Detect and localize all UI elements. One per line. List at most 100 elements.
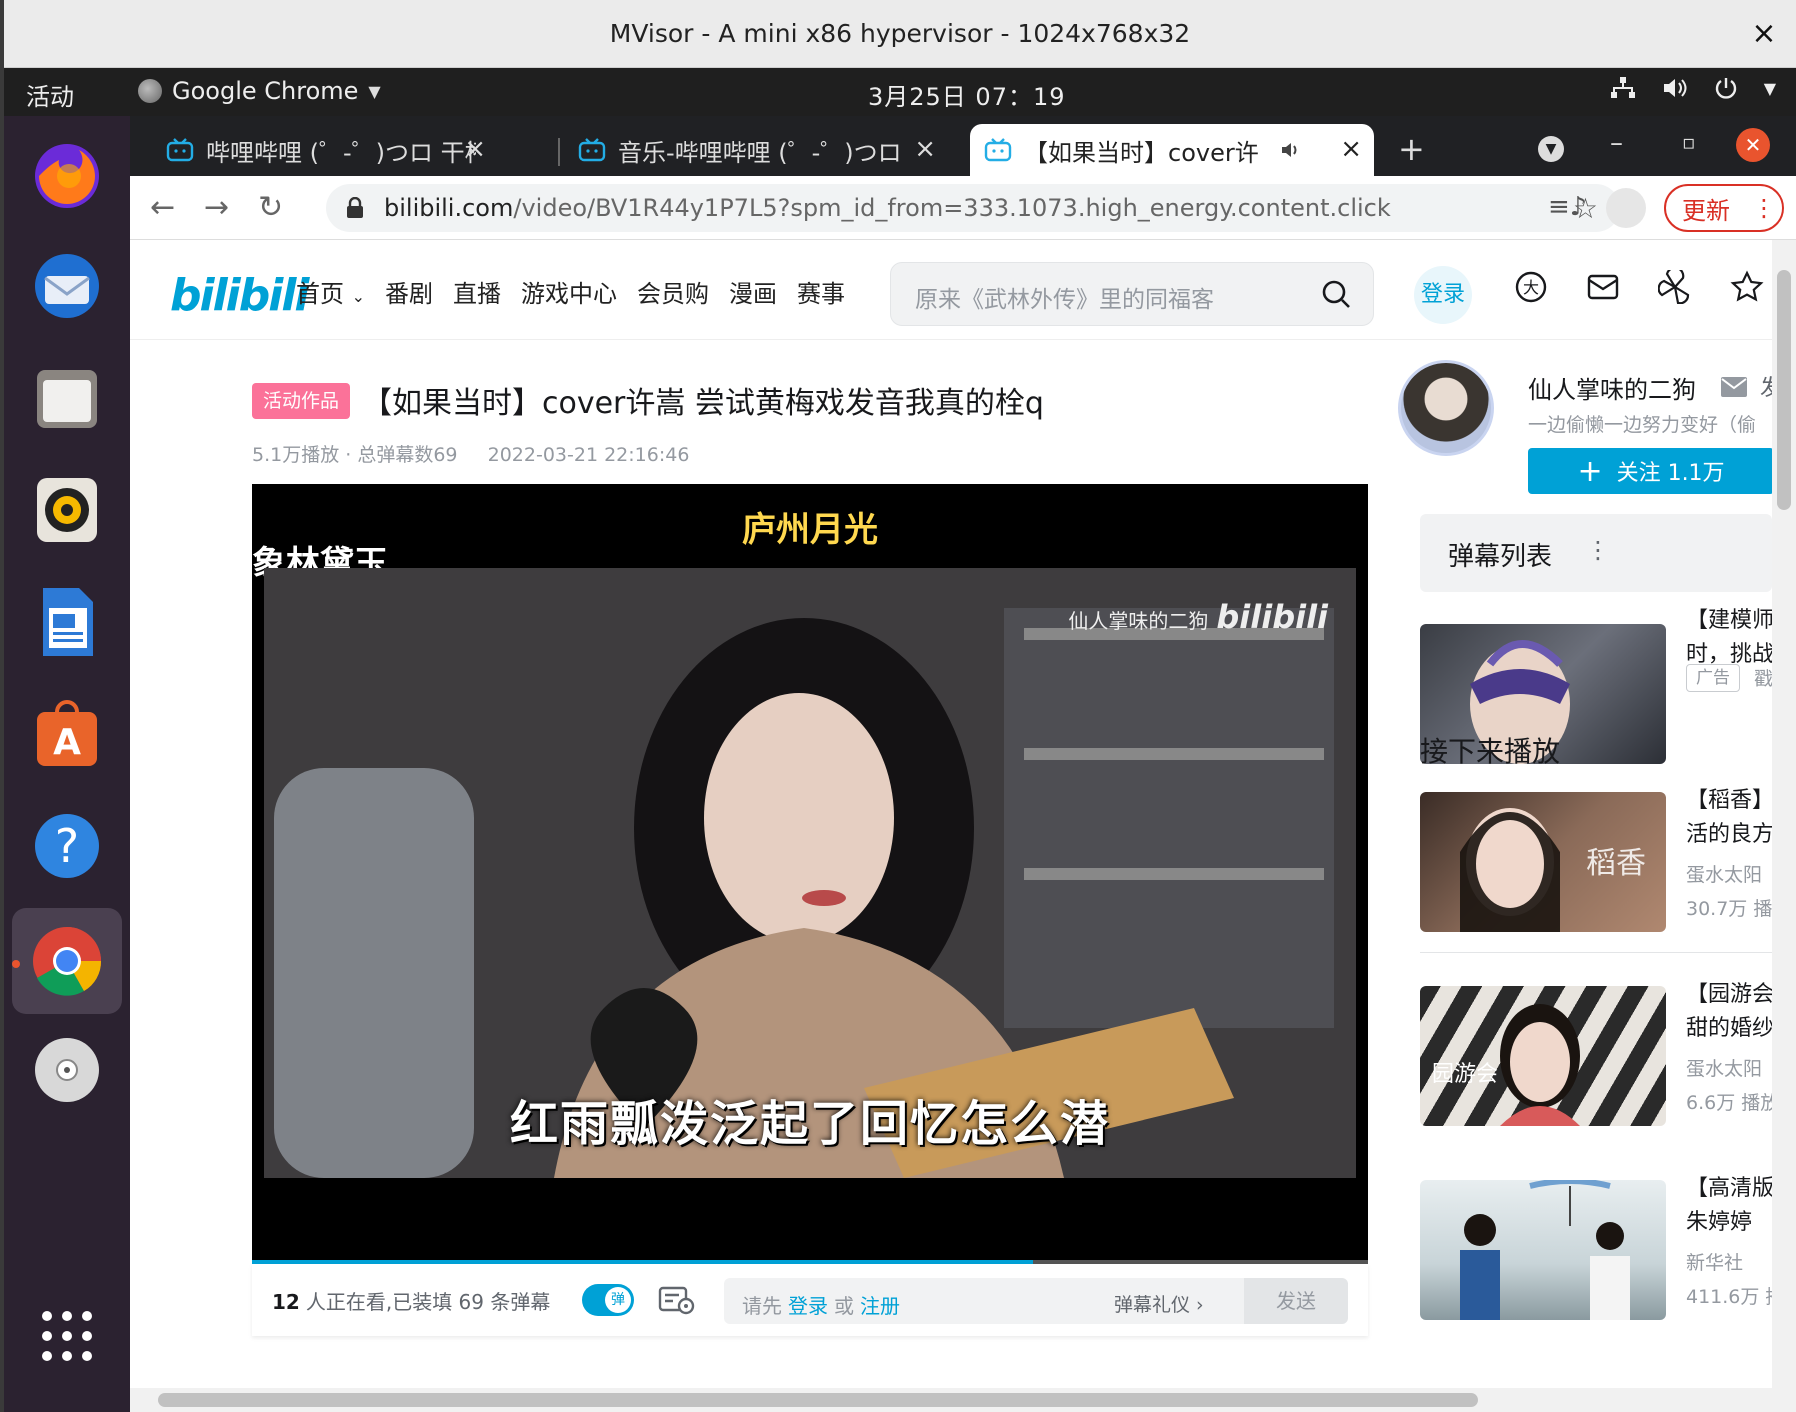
uploader-message-label[interactable]: 发	[1760, 370, 1772, 402]
rec-author[interactable]: 蛋水太阳	[1686, 1054, 1772, 1081]
danmaku-settings-icon[interactable]	[658, 1284, 696, 1316]
close-icon[interactable]: ×	[914, 134, 936, 164]
rec-title-line2[interactable]: 活的良方	[1686, 818, 1772, 852]
rec-stats: 30.7万 播	[1686, 898, 1772, 920]
tab-search-icon[interactable]: ▼	[1538, 136, 1564, 162]
vip-icon[interactable]: 大	[1514, 270, 1548, 304]
update-button[interactable]: 更新 ⋮	[1664, 184, 1784, 232]
vertical-scrollbar[interactable]	[1772, 240, 1796, 1388]
dock: A ?	[4, 116, 130, 1412]
video-title: 【如果当时】cover许嵩 尝试黄梅戏发音我真的栓q	[362, 386, 1044, 421]
scrollbar-thumb[interactable]	[1777, 270, 1791, 510]
video-meta: 5.1万播放 · 总弹幕数69 2022-03-21 22:16:46	[252, 440, 689, 467]
nav-shop[interactable]: 会员购	[637, 274, 709, 309]
tab-label: 【如果当时】cover许	[1024, 138, 1259, 167]
danmaku-toggle[interactable]: 弹	[582, 1284, 634, 1316]
address-bar[interactable]: bilibili.com/video/BV1R44y1P7L5?spm_id_f…	[326, 184, 1620, 232]
guest-screen: 活动 Google Chrome ▼ 3月25日 07：19 ▼ A ? 哔哩哔…	[4, 68, 1796, 1412]
help-icon[interactable]: ?	[23, 802, 111, 890]
danmaku-etiquette-link[interactable]: 弹幕礼仪 ›	[1114, 1290, 1204, 1317]
video-player[interactable]: 庐州月光 象林黛玉 仙人掌味的二狗 bilibili 红雨瓢泼泛起了回忆怎么潜	[252, 484, 1368, 1264]
system-tray[interactable]: ▼	[1610, 76, 1776, 100]
ad-title-line1[interactable]: 【建模师	[1686, 604, 1772, 638]
rec-title-line1[interactable]: 【园游会	[1686, 978, 1772, 1012]
new-tab-button[interactable]: +	[1398, 130, 1425, 168]
thunderbird-icon[interactable]	[23, 242, 111, 330]
files-icon[interactable]	[23, 354, 111, 442]
danmaku-list-header[interactable]: 弹幕列表 ⋮	[1420, 514, 1772, 592]
scrollbar-thumb[interactable]	[158, 1393, 1478, 1407]
bili-nav: 首页 ⌄ 番剧 直播 游戏中心 会员购 漫画 赛事	[296, 274, 845, 309]
send-button[interactable]: 发送	[1244, 1278, 1348, 1324]
more-icon[interactable]: ⋮	[1586, 536, 1610, 564]
tab-bilibili-home[interactable]: 哔哩哔哩 (゜-゜)つロ 干杯 ×	[152, 124, 498, 176]
activity-tag[interactable]: 活动作品	[252, 383, 350, 419]
clock[interactable]: 3月25日 07：19	[868, 77, 1066, 112]
reload-icon[interactable]: ↻	[258, 190, 283, 225]
nav-manga[interactable]: 漫画	[729, 274, 777, 309]
activities-button[interactable]: 活动	[26, 77, 74, 112]
forward-arrow-icon[interactable]: →	[204, 190, 229, 225]
lock-icon[interactable]	[346, 197, 364, 219]
message-icon[interactable]	[1720, 376, 1748, 398]
nav-anime[interactable]: 番剧	[385, 274, 433, 309]
minimize-icon[interactable]: –	[1610, 128, 1623, 158]
show-apps-icon[interactable]	[23, 1292, 111, 1380]
search-box[interactable]: 原来《武林外传》里的同福客	[890, 262, 1374, 326]
writer-icon[interactable]	[23, 578, 111, 666]
chrome-dock-icon[interactable]	[12, 908, 122, 1014]
rec-thumbnail-image	[1460, 1180, 1630, 1320]
nav-games[interactable]: 游戏中心	[521, 274, 617, 309]
audio-playing-icon[interactable]	[1280, 139, 1302, 161]
tab-current-video[interactable]: 【如果当时】cover许 ×	[970, 124, 1374, 176]
danmaku-register-link[interactable]: 注册	[860, 1294, 900, 1318]
profile-avatar-icon[interactable]	[1606, 188, 1646, 228]
rec-stats: 6.6万 播放	[1686, 1092, 1772, 1114]
follow-button[interactable]: + 关注 1.1万	[1528, 448, 1772, 494]
mvisor-window: MVisor - A mini x86 hypervisor - 1024x76…	[0, 0, 1796, 1412]
danmaku-login-link[interactable]: 登录	[788, 1294, 828, 1318]
dynamic-icon[interactable]	[1658, 270, 1692, 304]
video-frame[interactable]: 仙人掌味的二狗 bilibili 红雨瓢泼泛起了回忆怎么潜	[264, 568, 1356, 1178]
chevron-down-icon: ▼	[1763, 78, 1776, 98]
nav-home[interactable]: 首页 ⌄	[296, 274, 365, 309]
maximize-icon[interactable]: ▫	[1682, 130, 1696, 154]
close-icon[interactable]: ×	[1746, 16, 1782, 52]
rec-title-line2[interactable]: 朱婷婷	[1686, 1206, 1772, 1240]
app-menu[interactable]: Google Chrome ▼	[138, 77, 381, 105]
nav-esports[interactable]: 赛事	[797, 274, 845, 309]
message-icon[interactable]	[1586, 270, 1620, 304]
tab-label: 哔哩哔哩 (゜-゜)つロ 干杯	[206, 138, 476, 167]
rec-title-line1[interactable]: 【稻香】	[1686, 784, 1772, 818]
rec-title-line2[interactable]: 甜的婚纱	[1686, 1012, 1772, 1046]
rec-author[interactable]: 新华社	[1686, 1248, 1772, 1275]
window-close-icon[interactable]: ✕	[1736, 128, 1770, 162]
uploader-name[interactable]: 仙人掌味的二狗	[1528, 370, 1696, 405]
chevron-down-icon: ⌄	[351, 287, 366, 306]
rec-title-line1[interactable]: 【高清版	[1686, 1172, 1772, 1206]
rhythmbox-icon[interactable]	[23, 466, 111, 554]
danmaku-bar: 12 人正在看,已装填 69 条弹幕 弹 请先 登录或注册 弹幕礼仪 › 发送	[252, 1264, 1368, 1336]
favorites-star-icon[interactable]	[1730, 270, 1764, 304]
lyric-subtitle: 红雨瓢泼泛起了回忆怎么潜	[509, 1096, 1110, 1152]
login-button[interactable]: 登录	[1414, 266, 1472, 324]
search-icon[interactable]	[1321, 279, 1351, 309]
divider	[1420, 952, 1772, 953]
media-control-icon[interactable]: ≡♪	[1548, 192, 1586, 222]
rec-thumbnail[interactable]: 稻香	[1420, 792, 1666, 932]
avatar[interactable]	[1398, 360, 1494, 456]
close-icon[interactable]: ×	[464, 134, 486, 164]
close-icon[interactable]: ×	[1340, 134, 1362, 164]
tab-bilibili-music[interactable]: 音乐-哔哩哔哩 (゜-゜)つロ ×	[564, 124, 948, 176]
bilibili-logo[interactable]: bilibili	[170, 270, 309, 321]
rec-thumbnail[interactable]: 园游会	[1420, 986, 1666, 1126]
dvd-icon[interactable]	[23, 1026, 111, 1114]
firefox-icon[interactable]	[23, 130, 111, 218]
back-arrow-icon[interactable]: ←	[150, 190, 175, 225]
rec-author[interactable]: 蛋水太阳	[1686, 860, 1772, 887]
more-menu-icon[interactable]: ⋮	[1752, 194, 1776, 222]
software-center-icon[interactable]: A	[23, 690, 111, 778]
rec-thumbnail[interactable]	[1420, 1180, 1666, 1320]
nav-live[interactable]: 直播	[453, 274, 501, 309]
horizontal-scrollbar[interactable]	[130, 1388, 1796, 1412]
